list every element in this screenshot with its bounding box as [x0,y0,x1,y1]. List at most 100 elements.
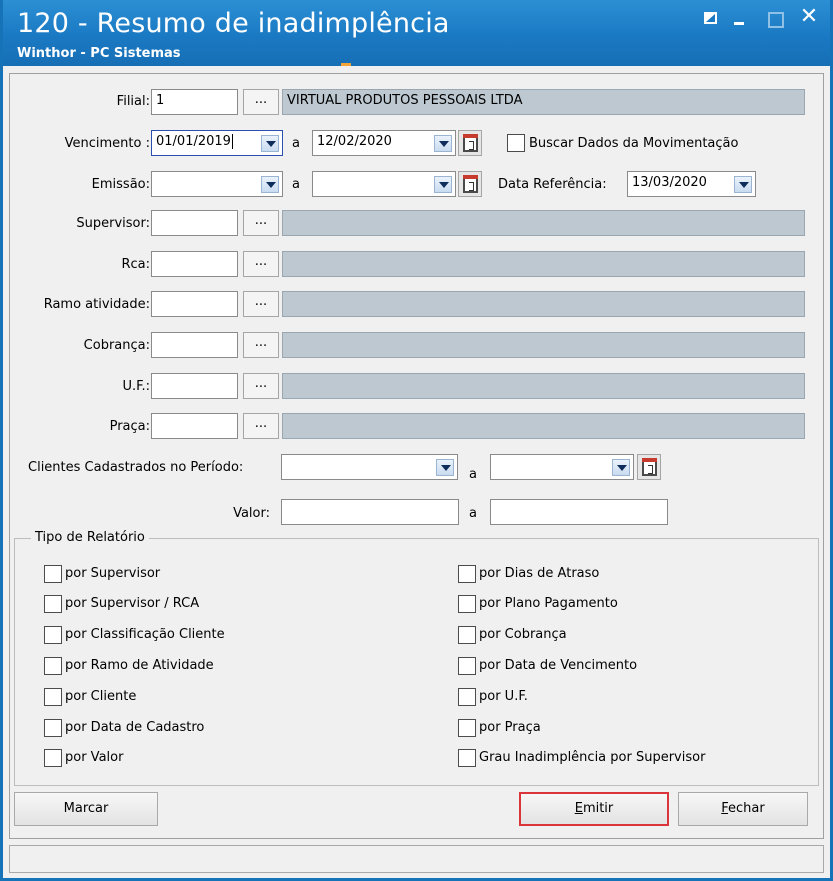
data-referencia-value: 13/03/2020 [632,175,707,190]
clientes-periodo-from-dropdown-icon[interactable] [436,459,454,476]
clientes-periodo-to-dropdown-icon[interactable] [612,459,630,476]
supervisor-description [282,210,805,236]
report-left-checkbox-2[interactable] [44,626,62,644]
supervisor-search-button[interactable]: ... [243,210,279,236]
fechar-button[interactable]: Fechar [678,792,808,826]
fechar-label-rest: echar [728,801,765,816]
rca-code-input[interactable] [151,251,238,277]
data-referencia-input[interactable]: 13/03/2020 [627,171,756,197]
report-left-label-5: por Data de Cadastro [65,720,205,735]
vencimento-from-value: 01/01/2019 [156,134,231,149]
emissao-calendar-button[interactable] [458,171,482,197]
report-right-checkbox-2[interactable] [458,626,476,644]
cobranca-description [282,332,805,358]
clientes-periodo-label: Clientes Cadastrados no Período: [28,460,244,475]
data-referencia-dropdown-icon[interactable] [734,176,752,193]
report-right-label-0: por Dias de Atraso [479,566,600,581]
report-left-label-6: por Valor [65,750,124,765]
report-left-label-1: por Supervisor / RCA [65,596,200,611]
calendar-icon [642,458,657,476]
report-right-checkbox-3[interactable] [458,657,476,675]
window-subtitle: Winthor - PC Sistemas [17,46,181,61]
clientes-periodo-from-input[interactable] [281,454,458,480]
calendar-icon [463,175,478,193]
report-right-label-5: por Praça [479,720,541,735]
cobranca-label: Cobrança: [83,338,150,353]
ramo-atividade-search-button[interactable]: ... [243,291,279,317]
report-right-label-1: por Plano Pagamento [479,596,618,611]
vencimento-sep: a [292,136,300,151]
buscar-movimentacao-checkbox[interactable] [507,134,525,152]
report-left-checkbox-3[interactable] [44,657,62,675]
window-title: 120 - Resumo de inadimplência [17,8,450,39]
emitir-label-rest: mitir [582,801,614,816]
emissao-to-dropdown-icon[interactable] [434,176,452,193]
clientes-periodo-to-input[interactable] [490,454,634,480]
report-right-checkbox-4[interactable] [458,688,476,706]
calendar-icon [463,134,478,152]
ramo-atividade-label: Ramo atividade: [43,297,150,312]
close-icon[interactable]: ✕ [798,6,820,28]
app-window: 120 - Resumo de inadimplência Winthor - … [0,0,833,881]
rca-label: Rca: [121,257,150,272]
maximize-icon[interactable] [764,6,786,28]
report-left-label-2: por Classificação Cliente [65,627,225,642]
praca-code-input[interactable] [151,413,238,439]
ramo-atividade-code-input[interactable] [151,291,238,317]
clientes-periodo-calendar-button[interactable] [637,454,661,480]
vencimento-from-input[interactable]: 01/01/2019 [151,130,283,156]
emissao-to-input[interactable] [312,171,456,197]
filial-description: VIRTUAL PRODUTOS PESSOAIS LTDA [282,89,805,115]
vencimento-to-input[interactable]: 12/02/2020 [312,130,456,156]
valor-to-input[interactable] [490,499,668,525]
marcar-button[interactable]: Marcar [14,792,158,826]
main-panel: Filial: 1 ... VIRTUAL PRODUTOS PESSOAIS … [9,73,824,839]
minimize-icon[interactable] [730,6,752,28]
report-left-checkbox-0[interactable] [44,565,62,583]
supervisor-code-input[interactable] [151,210,238,236]
report-right-checkbox-6[interactable] [458,749,476,767]
fechar-mnemonic: F [721,801,729,816]
vencimento-label: Vencimento : [64,136,150,151]
status-bar [9,845,824,873]
emissao-from-input[interactable] [151,171,283,197]
report-left-checkbox-5[interactable] [44,719,62,737]
report-right-checkbox-1[interactable] [458,595,476,613]
report-right-label-4: por U.F. [479,689,528,704]
report-type-group: Tipo de Relatório por Supervisor por Sup… [14,530,819,786]
clientes-periodo-sep: a [469,467,477,482]
title-accent [341,63,351,66]
cobranca-code-input[interactable] [151,332,238,358]
buscar-movimentacao-label: Buscar Dados da Movimentação [529,136,739,151]
report-left-checkbox-1[interactable] [44,595,62,613]
report-right-label-6: Grau Inadimplência por Supervisor [479,750,706,765]
vencimento-to-dropdown-icon[interactable] [434,135,452,152]
ramo-atividade-description [282,291,805,317]
uf-search-button[interactable]: ... [243,373,279,399]
valor-sep: a [469,506,477,521]
report-left-checkbox-6[interactable] [44,749,62,767]
emissao-from-dropdown-icon[interactable] [261,176,279,193]
filial-code-input[interactable]: 1 [151,89,238,115]
uf-label: U.F.: [122,379,150,394]
praca-description [282,413,805,439]
uf-code-input[interactable] [151,373,238,399]
report-right-checkbox-5[interactable] [458,719,476,737]
report-right-checkbox-0[interactable] [458,565,476,583]
emitir-button[interactable]: Emitir [519,792,669,826]
vencimento-from-dropdown-icon[interactable] [261,135,279,152]
report-left-checkbox-4[interactable] [44,688,62,706]
rca-search-button[interactable]: ... [243,251,279,277]
title-bar[interactable]: 120 - Resumo de inadimplência Winthor - … [3,0,830,66]
valor-label: Valor: [233,506,270,521]
report-left-label-0: por Supervisor [65,566,161,581]
praca-search-button[interactable]: ... [243,413,279,439]
filial-search-button[interactable]: ... [243,89,279,115]
restore-icon[interactable] [701,6,723,28]
vencimento-calendar-button[interactable] [458,130,482,156]
report-type-legend: Tipo de Relatório [31,530,149,545]
cobranca-search-button[interactable]: ... [243,332,279,358]
valor-from-input[interactable] [281,499,459,525]
supervisor-label: Supervisor: [76,216,150,231]
emitir-mnemonic: E [574,801,583,816]
